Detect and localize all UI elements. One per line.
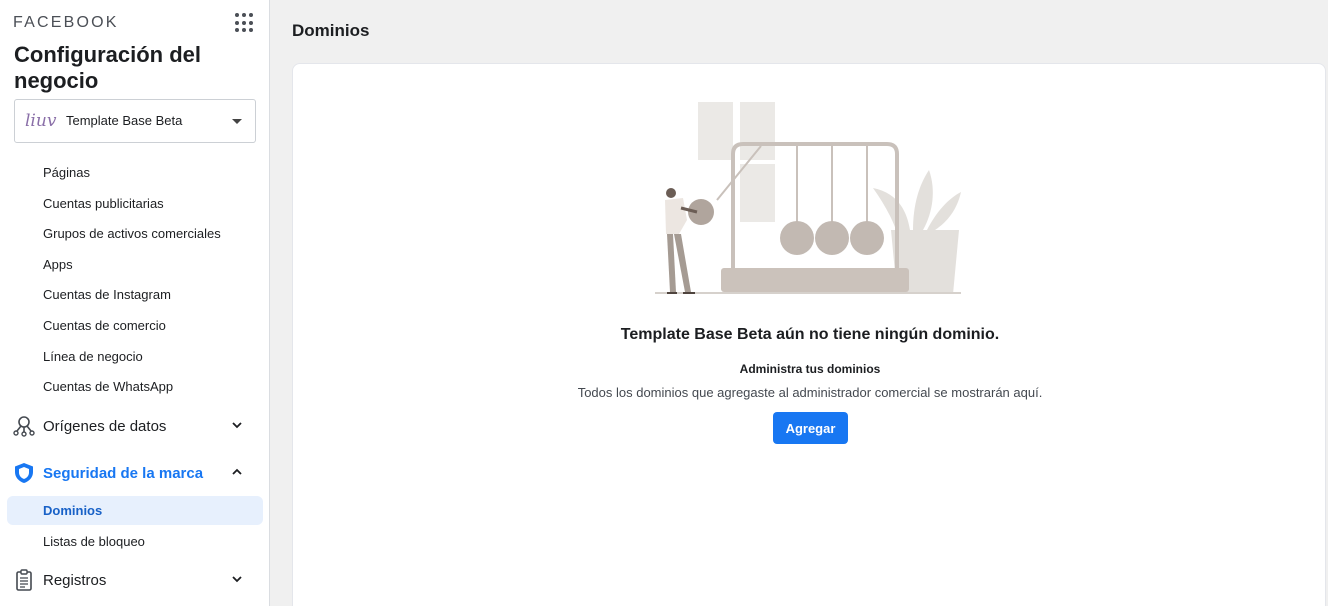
sidebar-section-registros[interactable]: Registros bbox=[8, 564, 263, 596]
sidebar-item-listas-bloqueo[interactable]: Listas de bloqueo bbox=[43, 534, 145, 549]
empty-state-subtitle: Administra tus dominios bbox=[739, 362, 881, 376]
clipboard-icon bbox=[16, 569, 32, 591]
account-name: Template Base Beta bbox=[66, 113, 183, 128]
facebook-logo-text[interactable]: FACEBOOK bbox=[13, 14, 119, 32]
add-domain-button[interactable]: Agregar bbox=[773, 412, 848, 444]
sidebar-item-comercio[interactable]: Cuentas de comercio bbox=[43, 318, 166, 333]
empty-state-description: Todos los dominios que agregaste al admi… bbox=[577, 385, 1043, 400]
chevron-up-icon bbox=[232, 468, 242, 475]
shield-icon bbox=[15, 463, 33, 483]
account-selector[interactable]: liuv Template Base Beta bbox=[14, 99, 256, 143]
caret-down-icon bbox=[232, 119, 242, 124]
sidebar-section-brand-safety[interactable]: Seguridad de la marca bbox=[8, 457, 263, 489]
sidebar-section-label: Orígenes de datos bbox=[43, 418, 167, 435]
sidebar: FACEBOOK Configuración del negocio liuv … bbox=[0, 0, 270, 606]
data-sources-icon bbox=[13, 416, 35, 437]
chevron-down-icon bbox=[232, 576, 242, 583]
account-logo: liuv bbox=[25, 111, 57, 131]
sidebar-item-linea-negocio[interactable]: Línea de negocio bbox=[43, 349, 143, 364]
sidebar-item-apps[interactable]: Apps bbox=[43, 257, 73, 272]
sidebar-section-label: Seguridad de la marca bbox=[43, 465, 204, 482]
sidebar-item-label: Dominios bbox=[43, 503, 103, 518]
page-title: Dominios bbox=[292, 21, 370, 40]
empty-state-title: Template Base Beta aún no tiene ningún d… bbox=[620, 326, 1000, 343]
sidebar-item-grupos-activos[interactable]: Grupos de activos comerciales bbox=[43, 226, 221, 241]
chevron-down-icon bbox=[232, 422, 242, 429]
sidebar-item-paginas[interactable]: Páginas bbox=[43, 165, 90, 180]
sidebar-item-whatsapp[interactable]: Cuentas de WhatsApp bbox=[43, 379, 173, 394]
sidebar-section-label: Registros bbox=[43, 572, 107, 589]
sidebar-item-dominios[interactable]: Dominios bbox=[7, 496, 263, 525]
sidebar-item-instagram[interactable]: Cuentas de Instagram bbox=[43, 287, 171, 302]
empty-state-card: Template Base Beta aún no tiene ningún d… bbox=[292, 63, 1326, 606]
newtons-cradle-illustration bbox=[655, 102, 961, 294]
apps-grid-icon[interactable] bbox=[235, 13, 255, 33]
page-heading: Configuración del negocio bbox=[14, 42, 201, 93]
sidebar-item-cuentas-publicitarias[interactable]: Cuentas publicitarias bbox=[43, 196, 164, 211]
sidebar-section-data-sources[interactable]: Orígenes de datos bbox=[8, 410, 263, 442]
